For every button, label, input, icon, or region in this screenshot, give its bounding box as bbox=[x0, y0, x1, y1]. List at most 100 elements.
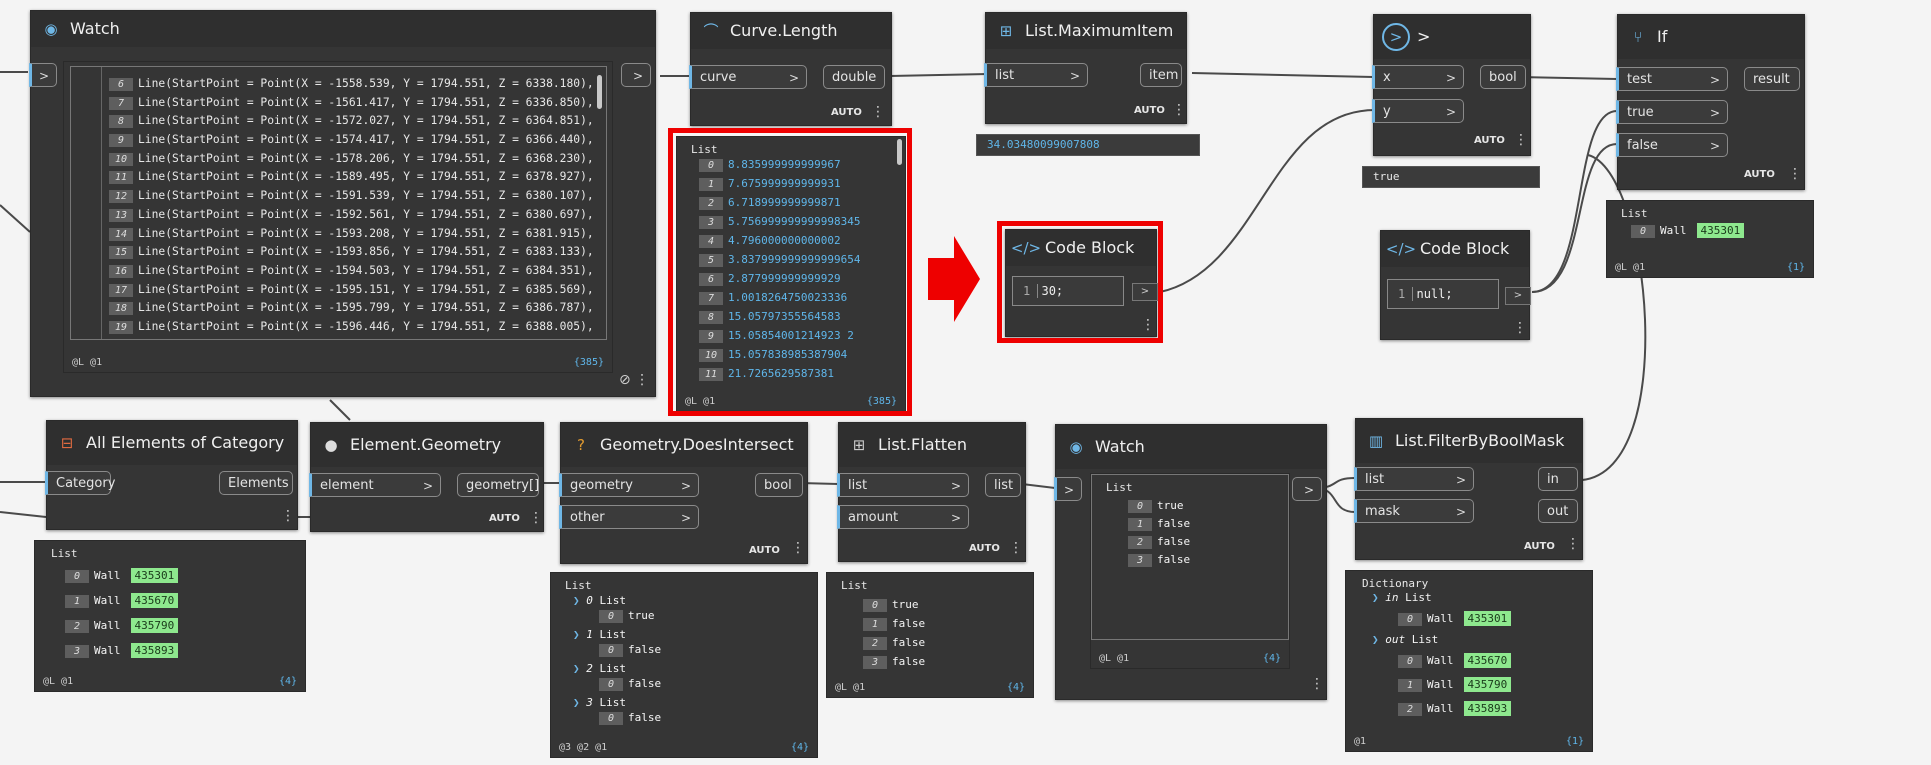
node-header[interactable]: ● Element.Geometry bbox=[311, 423, 543, 467]
node-header[interactable]: </> Code Block bbox=[1381, 231, 1529, 267]
output-port-in[interactable]: in bbox=[1538, 467, 1578, 491]
preview-footer: @L @1 {4} bbox=[835, 682, 1025, 693]
node-menu-icon[interactable]: ⋮ bbox=[1788, 167, 1802, 181]
item-list: 0 true 1 false 2 false 3 false bbox=[1128, 497, 1190, 569]
node-menu-icon[interactable]: ⋮ bbox=[791, 541, 805, 555]
input-port-x[interactable]: x > bbox=[1372, 65, 1464, 89]
lacing-label[interactable]: AUTO bbox=[1474, 135, 1505, 146]
list-group[interactable]: ❯ 1 List 0 false bbox=[573, 627, 661, 661]
input-port-category[interactable]: Category bbox=[45, 471, 115, 495]
node-header[interactable]: ⑂ If bbox=[1618, 15, 1804, 59]
lacing-label[interactable]: AUTO bbox=[831, 107, 862, 118]
node-menu-icon[interactable]: ⋮ bbox=[871, 105, 885, 119]
list-item: 6 Line(StartPoint = Point(X = -1558.539, … bbox=[109, 75, 594, 94]
node-header[interactable]: ⊞ List.Flatten bbox=[839, 423, 1025, 467]
node-header[interactable]: ⊟ All Elements of Category bbox=[47, 421, 297, 465]
output-port-double[interactable]: double bbox=[823, 65, 885, 89]
output-port-result[interactable]: result bbox=[1744, 67, 1800, 91]
list-filter-by-bool-mask-node[interactable]: ▥ List.FilterByBoolMask list > mask > in o… bbox=[1354, 418, 1583, 560]
watch-node-top[interactable]: ◉ Watch > > 6 Line(StartPoint = Point(X =… bbox=[29, 10, 656, 397]
input-port-geometry[interactable]: geometry > bbox=[559, 473, 699, 497]
lacing-label[interactable]: AUTO bbox=[1134, 105, 1165, 116]
input-port-other[interactable]: other > bbox=[559, 505, 699, 529]
input-port-true[interactable]: true > bbox=[1616, 100, 1728, 124]
watch-list[interactable]: List 0 true 1 false 2 false 3 false bbox=[1091, 474, 1289, 640]
node-header[interactable]: ⌒ Curve.Length bbox=[691, 13, 891, 49]
watch-list[interactable]: 6 Line(StartPoint = Point(X = -1558.539, … bbox=[70, 66, 607, 340]
node-header[interactable]: > > bbox=[1374, 15, 1530, 59]
input-port-list[interactable]: list > bbox=[984, 63, 1088, 87]
node-menu-icon[interactable]: ⋮ bbox=[1513, 321, 1527, 335]
geometry-does-intersect-node[interactable]: ? Geometry.DoesIntersect geometry > other… bbox=[559, 422, 808, 564]
output-port-bool[interactable]: bool bbox=[1480, 65, 1526, 89]
node-header[interactable]: ◉ Watch bbox=[31, 11, 655, 47]
node-header[interactable]: ? Geometry.DoesIntersect bbox=[561, 423, 807, 467]
input-port-amount[interactable]: amount > bbox=[837, 505, 969, 529]
input-port-y[interactable]: y > bbox=[1372, 99, 1464, 123]
output-port-item[interactable]: item bbox=[1140, 63, 1182, 87]
if-node[interactable]: ⑂ If test > true > false > result AUTO ⋮ bbox=[1616, 14, 1805, 190]
list-item: 1 7.675999999999931 bbox=[699, 174, 860, 193]
list-item: 0 Wall 435301 bbox=[65, 563, 179, 588]
output-port[interactable]: > bbox=[1505, 287, 1531, 305]
code-block-node-2[interactable]: </> Code Block 1 null; > ⋮ bbox=[1380, 230, 1531, 340]
node-menu-icon[interactable]: ⋮ bbox=[1009, 541, 1023, 555]
code-text[interactable]: 30; bbox=[1037, 284, 1064, 298]
input-port-curve[interactable]: curve > bbox=[689, 65, 807, 89]
lacing-label[interactable]: AUTO bbox=[969, 543, 1000, 554]
pin-icon[interactable]: ⊘ ⋮ bbox=[619, 373, 649, 387]
node-menu-icon[interactable]: ⋮ bbox=[1514, 133, 1528, 147]
code-text[interactable]: null; bbox=[1412, 287, 1453, 301]
input-port-false[interactable]: false > bbox=[1616, 133, 1728, 157]
input-port-mask[interactable]: mask > bbox=[1354, 499, 1474, 523]
input-port[interactable]: > bbox=[1054, 477, 1082, 501]
output-port-bool[interactable]: bool bbox=[755, 473, 803, 497]
preview-title: Dictionary bbox=[1362, 577, 1429, 590]
list-group[interactable]: ❯ 0 List 0 true bbox=[573, 593, 661, 627]
input-port-list[interactable]: list > bbox=[837, 473, 969, 497]
list-flatten-node[interactable]: ⊞ List.Flatten list > amount > list AUTO ⋮ bbox=[837, 422, 1026, 562]
output-port-list[interactable]: list bbox=[985, 473, 1021, 497]
list-group[interactable]: ❯ 2 List 0 false bbox=[573, 661, 661, 695]
watch-node-bottom[interactable]: ◉ Watch > > List 0 true 1 false 2 false 3 false… bbox=[1054, 424, 1327, 700]
list-maximum-item-node[interactable]: ⊞ List.MaximumItem list > item AUTO ⋮ bbox=[984, 12, 1187, 124]
node-header[interactable]: ▥ List.FilterByBoolMask bbox=[1356, 419, 1582, 463]
node-menu-icon[interactable]: ⋮ bbox=[1566, 537, 1580, 551]
node-menu-icon[interactable]: ⋮ bbox=[281, 509, 295, 523]
node-header[interactable]: ◉ Watch bbox=[1056, 425, 1326, 469]
all-elements-of-category-node[interactable]: ⊟ All Elements of Category Category Elem… bbox=[45, 420, 298, 530]
node-header[interactable]: </> Code Block bbox=[1006, 230, 1156, 266]
list-item: 0 Wall 435301 bbox=[1398, 607, 1512, 631]
input-port-list[interactable]: list > bbox=[1354, 467, 1474, 491]
node-menu-icon[interactable]: ⋮ bbox=[1310, 677, 1324, 691]
output-port-geometry[interactable]: geometry[] bbox=[457, 473, 539, 497]
list-item: 12 Line(StartPoint = Point(X = -1591.539,… bbox=[109, 187, 594, 206]
dict-in-section[interactable]: ❯ in List bbox=[1372, 591, 1432, 604]
input-port[interactable]: > bbox=[29, 63, 57, 87]
output-port[interactable]: > bbox=[621, 63, 651, 87]
lacing-label[interactable]: AUTO bbox=[1524, 541, 1555, 552]
output-port[interactable]: > bbox=[1292, 477, 1322, 501]
input-port-test[interactable]: test > bbox=[1616, 67, 1728, 91]
node-header[interactable]: ⊞ List.MaximumItem bbox=[986, 13, 1186, 49]
dict-out-section[interactable]: ❯ out List bbox=[1372, 633, 1438, 646]
input-port-element[interactable]: element > bbox=[309, 473, 441, 497]
code-editor[interactable]: 1 30; bbox=[1012, 276, 1124, 306]
curve-length-node[interactable]: ⌒ Curve.Length curve > double AUTO ⋮ bbox=[689, 12, 892, 126]
scrollbar[interactable] bbox=[897, 139, 902, 165]
element-geometry-node[interactable]: ● Element.Geometry element > geometry[] A… bbox=[309, 422, 544, 532]
lacing-label[interactable]: AUTO bbox=[749, 545, 780, 556]
code-block-node-1[interactable]: </> Code Block 1 30; > ⋮ bbox=[1005, 229, 1158, 337]
node-menu-icon[interactable]: ⋮ bbox=[1172, 103, 1186, 117]
list-group[interactable]: ❯ 3 List 0 false bbox=[573, 695, 661, 729]
output-port[interactable]: > bbox=[1132, 283, 1158, 301]
greater-than-node[interactable]: > > x > y > bool AUTO ⋮ bbox=[1372, 14, 1531, 156]
node-menu-icon[interactable]: ⋮ bbox=[529, 511, 543, 525]
scrollbar[interactable] bbox=[597, 75, 602, 109]
output-port-out[interactable]: out bbox=[1538, 499, 1578, 523]
lacing-label[interactable]: AUTO bbox=[489, 513, 520, 524]
output-port-elements[interactable]: Elements bbox=[219, 471, 293, 495]
node-menu-icon[interactable]: ⋮ bbox=[1141, 318, 1155, 332]
code-editor[interactable]: 1 null; bbox=[1387, 279, 1499, 309]
lacing-label[interactable]: AUTO bbox=[1744, 169, 1775, 180]
